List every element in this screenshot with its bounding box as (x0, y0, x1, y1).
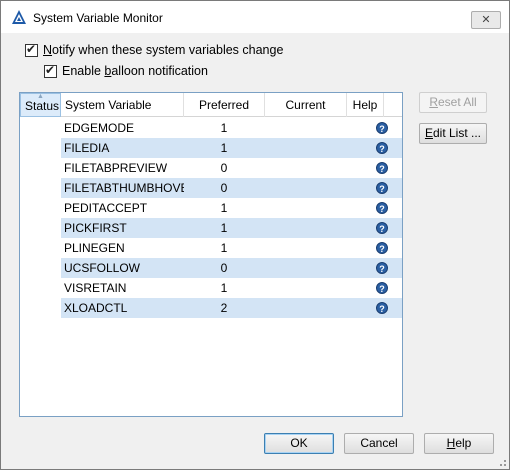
row-body: UCSFOLLOW 0? (61, 258, 402, 278)
table-row[interactable]: VISRETAIN 1? (20, 278, 402, 298)
row-body: FILETABPREVIEW 0? (61, 158, 402, 178)
table-row[interactable]: FILETABPREVIEW 0? (20, 158, 402, 178)
table-row[interactable]: UCSFOLLOW 0? (20, 258, 402, 278)
status-cell (20, 278, 60, 298)
current-value (265, 218, 347, 238)
help-icon[interactable]: ? (376, 162, 388, 174)
preferred-value[interactable]: 0 (184, 158, 264, 178)
row-body: PEDITACCEPT 1? (61, 198, 402, 218)
preferred-value[interactable]: 1 (184, 278, 264, 298)
help-icon[interactable]: ? (376, 282, 388, 294)
help-icon[interactable]: ? (376, 182, 388, 194)
help-icon[interactable]: ? (376, 202, 388, 214)
table-row[interactable]: FILETABTHUMBHOVER 0? (20, 178, 402, 198)
balloon-label: Enable balloon notification (62, 64, 208, 78)
row-body: XLOADCTL 2? (61, 298, 402, 318)
current-value (265, 138, 347, 158)
row-body: FILETABTHUMBHOVER 0? (61, 178, 402, 198)
current-value (265, 178, 347, 198)
table-row[interactable]: XLOADCTL 2? (20, 298, 402, 318)
status-cell (20, 198, 60, 218)
help-icon[interactable]: ? (376, 262, 388, 274)
system-variable-name: FILETABTHUMBHOVER (64, 181, 184, 195)
current-value (265, 298, 347, 318)
status-cell (20, 178, 60, 198)
system-variable-name: EDGEMODE (64, 121, 135, 135)
close-button[interactable]: ✕ (471, 11, 501, 29)
help-button[interactable]: Help (424, 433, 494, 454)
status-cell (20, 298, 60, 318)
table-row[interactable]: PLINEGEN 1? (20, 238, 402, 258)
table-row[interactable]: PICKFIRST 1? (20, 218, 402, 238)
window-title: System Variable Monitor (33, 11, 163, 25)
preferred-value[interactable]: 1 (184, 118, 264, 138)
row-body: FILEDIA 1? (61, 138, 402, 158)
current-value (265, 238, 347, 258)
table-row[interactable]: PEDITACCEPT 1? (20, 198, 402, 218)
edit-list-button[interactable]: Edit List ... (419, 123, 487, 144)
checkmark-icon: ✔ (45, 62, 56, 77)
column-header-status[interactable]: ▲ Status (20, 93, 61, 117)
status-cell (20, 138, 60, 158)
row-body: PICKFIRST 1? (61, 218, 402, 238)
status-cell (20, 118, 60, 138)
system-variable-name: PLINEGEN (64, 241, 125, 255)
title-bar: System Variable Monitor ✕ (1, 1, 509, 33)
help-icon[interactable]: ? (376, 302, 388, 314)
current-value (265, 278, 347, 298)
status-cell (20, 218, 60, 238)
current-value (265, 258, 347, 278)
notify-checkbox-row[interactable]: ✔ Notify when these system variables cha… (25, 42, 283, 58)
row-body: EDGEMODE 1? (61, 118, 402, 138)
column-header-system-variable[interactable]: System Variable (61, 93, 184, 117)
system-variable-name: VISRETAIN (64, 281, 127, 295)
preferred-value[interactable]: 1 (184, 218, 264, 238)
preferred-value[interactable]: 1 (184, 138, 264, 158)
system-variable-name: UCSFOLLOW (64, 261, 141, 275)
notify-label: Notify when these system variables chang… (43, 43, 284, 57)
column-header-current[interactable]: Current (265, 93, 347, 117)
help-icon[interactable]: ? (376, 242, 388, 254)
column-header-help[interactable]: Help (347, 93, 384, 117)
status-cell (20, 158, 60, 178)
balloon-checkbox[interactable]: ✔ (44, 62, 57, 78)
balloon-checkbox-row[interactable]: ✔ Enable balloon notification (44, 63, 208, 79)
help-icon[interactable]: ? (376, 222, 388, 234)
table-row[interactable]: EDGEMODE 1? (20, 118, 402, 138)
cancel-button[interactable]: Cancel (344, 433, 414, 454)
preferred-value[interactable]: 1 (184, 198, 264, 218)
system-variable-name: PICKFIRST (64, 221, 127, 235)
system-variable-monitor-dialog: System Variable Monitor ✕ ✔ Notify when … (0, 0, 510, 470)
preferred-value[interactable]: 0 (184, 178, 264, 198)
help-icon[interactable]: ? (376, 142, 388, 154)
preferred-value[interactable]: 2 (184, 298, 264, 318)
system-variable-name: FILEDIA (64, 141, 110, 155)
reset-all-button[interactable]: Reset All (419, 92, 487, 113)
notify-checkbox[interactable]: ✔ (25, 41, 38, 57)
system-variable-name: XLOADCTL (64, 301, 128, 315)
row-body: VISRETAIN 1? (61, 278, 402, 298)
preferred-value[interactable]: 0 (184, 258, 264, 278)
preferred-value[interactable]: 1 (184, 238, 264, 258)
checkmark-icon: ✔ (26, 41, 37, 56)
sort-ascending-icon: ▲ (37, 93, 44, 100)
table-row[interactable]: FILEDIA 1? (20, 138, 402, 158)
current-value (265, 198, 347, 218)
status-cell (20, 238, 60, 258)
ok-button[interactable]: OK (264, 433, 334, 454)
status-cell (20, 258, 60, 278)
system-variable-name: PEDITACCEPT (64, 201, 148, 215)
column-header-preferred[interactable]: Preferred (184, 93, 265, 117)
row-body: PLINEGEN 1? (61, 238, 402, 258)
system-variable-name: FILETABPREVIEW (64, 161, 168, 175)
current-value (265, 158, 347, 178)
system-variable-list[interactable]: ▲ Status System Variable Preferred Curre… (19, 92, 403, 417)
current-value (265, 118, 347, 138)
resize-grip-icon[interactable] (497, 457, 507, 467)
list-header: ▲ Status System Variable Preferred Curre… (20, 93, 402, 117)
help-icon[interactable]: ? (376, 122, 388, 134)
autocad-app-icon (12, 10, 26, 24)
